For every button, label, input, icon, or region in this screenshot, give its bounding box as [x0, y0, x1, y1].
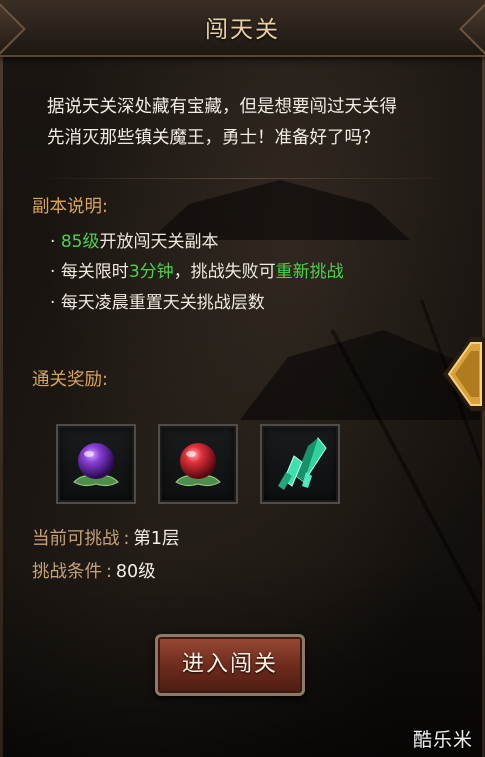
intro-text: 据说天关深处藏有宝藏，但是想要闯过天关得 先消灭那些镇关魔王，勇士！准备好了吗？: [47, 92, 467, 154]
rule-text: 每关限时: [60, 262, 129, 282]
rewards-header: 通关奖励:: [32, 370, 108, 390]
rule-item: · 每关限时3分钟，挑战失败可重新挑战: [50, 257, 344, 282]
rule-text: ，挑战失败可: [173, 262, 276, 282]
separator: :: [123, 529, 130, 549]
condition-label: 挑战条件: [32, 562, 102, 582]
watermark: 酷乐米: [413, 729, 474, 751]
red-orb-icon: [175, 443, 221, 487]
rule-item: · 85级开放闯天关副本: [50, 227, 218, 252]
rules-header: 副本说明:: [32, 197, 108, 217]
rule-highlight: 85级: [60, 232, 100, 252]
reward-slot[interactable]: [158, 424, 238, 504]
rule-text: 每天凌晨重置天关挑战层数: [60, 293, 265, 313]
rule-highlight: 重新挑战: [275, 262, 344, 282]
current-level-row: 当前可挑战: 第1层: [32, 525, 180, 550]
rule-item: · 每天凌晨重置天关挑战层数: [50, 288, 265, 313]
purple-orb-icon: [73, 443, 119, 487]
green-crystal-icon: [278, 437, 327, 490]
current-level-label: 当前可挑战: [32, 529, 120, 549]
reward-slot[interactable]: [56, 424, 136, 504]
expand-arrow-icon[interactable]: [441, 337, 485, 411]
bullet: ·: [50, 232, 56, 252]
bullet: ·: [50, 262, 56, 282]
rule-highlight: 3分钟: [128, 262, 174, 282]
condition-value: 80级: [115, 562, 156, 582]
bullet: ·: [50, 293, 56, 313]
separator: :: [106, 562, 112, 582]
enter-challenge-button[interactable]: 进入闯关: [155, 634, 305, 696]
reward-slot[interactable]: [260, 424, 340, 504]
rule-text: 开放闯天关副本: [99, 232, 219, 252]
divider: [30, 178, 455, 179]
panel-border-left: [0, 55, 3, 757]
condition-row: 挑战条件:80级: [32, 558, 156, 583]
current-level-value: 第1层: [133, 529, 180, 549]
intro-line: 先消灭那些镇关魔王，勇士！准备好了吗？: [47, 128, 380, 148]
intro-line: 据说天关深处藏有宝藏，但是想要闯过天关得: [47, 97, 397, 117]
title-bar: 闯天关: [0, 0, 485, 57]
page-title: 闯天关: [205, 17, 280, 43]
